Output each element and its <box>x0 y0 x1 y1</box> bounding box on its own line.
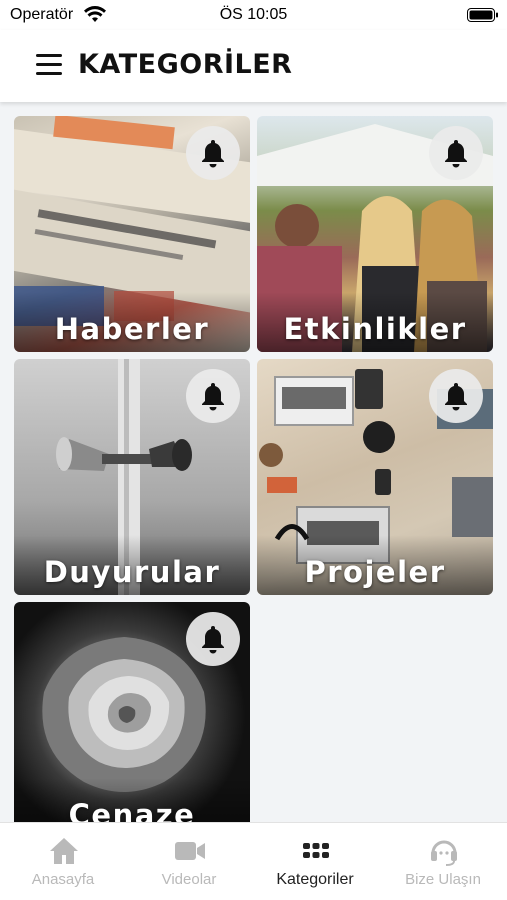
bottom-tab-bar: Anasayfa Videolar Kategoriler Bize Ulaşı… <box>0 822 507 900</box>
notification-bell-button[interactable] <box>429 126 483 180</box>
hamburger-menu-icon[interactable] <box>36 54 62 76</box>
tab-label: Videolar <box>161 871 217 888</box>
category-grid: Haberler Etkinlikler Duyurular Projeler … <box>0 102 507 822</box>
notification-bell-button[interactable] <box>186 126 240 180</box>
category-label: Cenaze <box>68 798 196 822</box>
tab-label: Anasayfa <box>31 871 95 888</box>
category-label: Projeler <box>304 555 446 589</box>
grid-dots-icon <box>303 843 329 858</box>
home-icon <box>50 838 78 864</box>
page-title: KATEGORİLER <box>78 49 293 80</box>
bell-icon <box>445 140 467 168</box>
tab-label: Bize Ulaşın <box>405 871 481 888</box>
tab-kategoriler[interactable]: Kategoriler <box>252 823 378 900</box>
category-label: Haberler <box>54 312 210 346</box>
notification-bell-button[interactable] <box>186 369 240 423</box>
status-time: ÖS 10:05 <box>219 6 288 23</box>
status-bar: Operatör ÖS 10:05 <box>0 0 507 30</box>
category-card-etkinlikler[interactable]: Etkinlikler <box>257 116 493 352</box>
category-card-duyurular[interactable]: Duyurular <box>14 359 250 595</box>
video-camera-icon <box>175 842 205 860</box>
category-card-haberler[interactable]: Haberler <box>14 116 250 352</box>
tab-anasayfa[interactable]: Anasayfa <box>0 823 126 900</box>
bell-icon <box>202 383 224 411</box>
tab-videolar[interactable]: Videolar <box>126 823 252 900</box>
notification-bell-button[interactable] <box>429 369 483 423</box>
category-card-projeler[interactable]: Projeler <box>257 359 493 595</box>
bell-icon <box>202 626 224 654</box>
bell-icon <box>202 140 224 168</box>
category-card-cenaze[interactable]: Cenaze <box>14 602 250 822</box>
tab-bize-ulasin[interactable]: Bize Ulaşın <box>380 823 506 900</box>
app-header: KATEGORİLER <box>0 30 507 102</box>
headset-icon <box>431 840 457 866</box>
bell-icon <box>445 383 467 411</box>
battery-icon <box>467 8 498 22</box>
notification-bell-button[interactable] <box>186 612 240 666</box>
category-label: Etkinlikler <box>283 312 467 346</box>
tab-label: Kategoriler <box>276 871 354 888</box>
category-label: Duyurular <box>43 555 221 589</box>
